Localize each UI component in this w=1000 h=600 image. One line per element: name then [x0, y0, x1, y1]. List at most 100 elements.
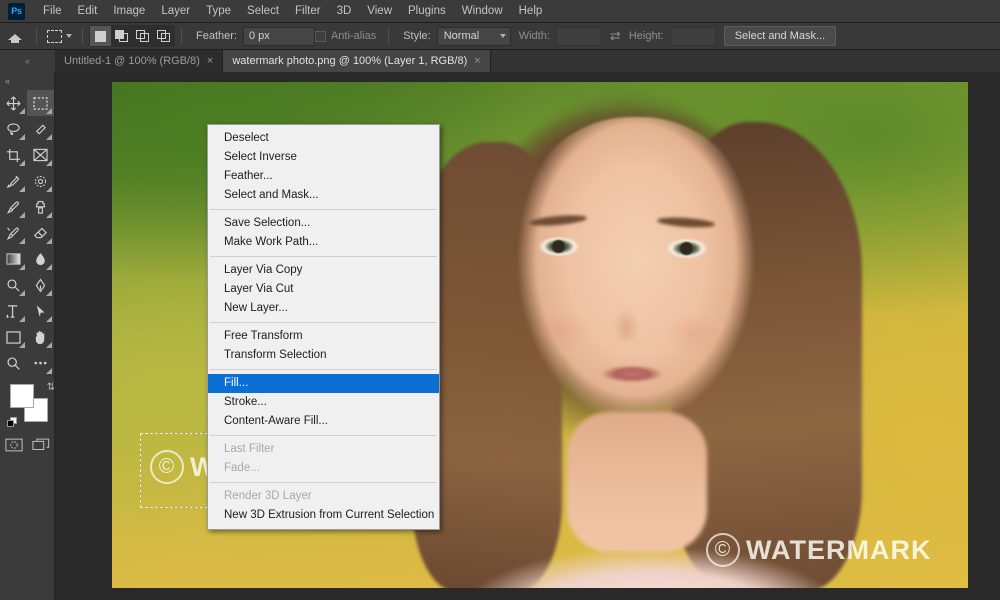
context-menu-item-fill[interactable]: Fill... [208, 374, 439, 393]
width-label: Width: [518, 30, 550, 42]
foreground-color-swatch[interactable] [10, 384, 34, 408]
tools-panel: « ⇅ [0, 72, 55, 600]
rectangular-marquee-tool[interactable] [27, 90, 54, 116]
home-button[interactable] [0, 30, 30, 43]
menu-item-help[interactable]: Help [511, 2, 551, 20]
menu-item-view[interactable]: View [359, 2, 400, 20]
clone-stamp-tool[interactable] [27, 194, 54, 220]
menu-item-image[interactable]: Image [105, 2, 153, 20]
menu-divider [210, 256, 437, 257]
eyedropper-tool[interactable] [0, 168, 27, 194]
default-colors-icon[interactable] [7, 417, 18, 428]
menu-item-filter[interactable]: Filter [287, 2, 329, 20]
context-menu-item-transform-selection[interactable]: Transform Selection [208, 346, 439, 365]
menu-item-file[interactable]: File [35, 2, 70, 20]
tab-watermark-photo[interactable]: watermark photo.png @ 100% (Layer 1, RGB… [223, 50, 491, 72]
menu-item-type[interactable]: Type [198, 2, 239, 20]
menu-divider [210, 322, 437, 323]
new-selection-button[interactable] [90, 26, 111, 46]
collapse-panel-icon[interactable]: « [0, 50, 55, 72]
move-tool[interactable] [0, 90, 27, 116]
context-menu-item-select-inverse[interactable]: Select Inverse [208, 148, 439, 167]
blur-tool[interactable] [27, 246, 54, 272]
context-menu-item-free-transform[interactable]: Free Transform [208, 327, 439, 346]
type-tool[interactable] [0, 298, 27, 324]
menu-item-plugins[interactable]: Plugins [400, 2, 454, 20]
anti-alias-checkbox[interactable] [314, 30, 326, 42]
gradient-tool[interactable] [0, 246, 27, 272]
color-swatches: ⇅ [7, 382, 57, 428]
subtract-from-selection-icon [135, 30, 150, 42]
frame-tool[interactable] [27, 142, 54, 168]
context-menu-item-layer-via-copy[interactable]: Layer Via Copy [208, 261, 439, 280]
crop-tool[interactable] [0, 142, 27, 168]
screen-mode-button[interactable] [27, 433, 54, 457]
tab-untitled-1[interactable]: Untitled-1 @ 100% (RGB/8) × [55, 50, 224, 72]
context-menu-item-layer-via-cut[interactable]: Layer Via Cut [208, 280, 439, 299]
divider [181, 27, 182, 45]
feather-label: Feather: [196, 30, 237, 42]
subtract-from-selection-button[interactable] [132, 26, 153, 46]
hand-tool[interactable] [27, 324, 54, 350]
pupil-left [552, 240, 565, 253]
quick-selection-tool[interactable] [27, 116, 54, 142]
path-selection-tool[interactable] [27, 298, 54, 324]
history-brush-tool[interactable] [0, 220, 27, 246]
menu-item-edit[interactable]: Edit [70, 2, 106, 20]
width-input[interactable] [555, 26, 602, 46]
home-icon [8, 30, 22, 43]
context-menu-item-stroke[interactable]: Stroke... [208, 393, 439, 412]
feather-input[interactable] [242, 26, 315, 46]
divider [82, 27, 83, 45]
divider [388, 27, 390, 45]
zoom-tool[interactable] [0, 350, 27, 376]
menu-item-select[interactable]: Select [239, 2, 287, 20]
watermark-label: WATERMARK [746, 534, 932, 565]
context-menu-item-feather[interactable]: Feather... [208, 167, 439, 186]
rectangle-tool[interactable] [0, 324, 27, 350]
options-bar: Feather: Anti-alias Style: Normal Width:… [0, 23, 1000, 50]
divider [36, 27, 37, 45]
new-selection-icon [95, 30, 106, 42]
dodge-tool[interactable] [0, 272, 27, 298]
menu-item-window[interactable]: Window [454, 2, 511, 20]
expand-toolbar-icon[interactable]: « [0, 76, 54, 90]
intersect-with-selection-button[interactable] [153, 26, 174, 46]
menu-item-layer[interactable]: Layer [153, 2, 198, 20]
style-label: Style: [403, 30, 431, 42]
selection-context-menu: Deselect Select Inverse Feather... Selec… [207, 124, 440, 530]
swap-colors-icon[interactable]: ⇅ [47, 382, 55, 393]
select-and-mask-button[interactable]: Select and Mask... [723, 26, 837, 46]
mode-buttons-row [0, 433, 54, 457]
close-icon[interactable]: × [474, 55, 480, 67]
height-input[interactable] [669, 26, 716, 46]
edit-toolbar-tool[interactable] [27, 350, 54, 376]
context-menu-item-new-3d-extrusion[interactable]: New 3D Extrusion from Current Selection [208, 506, 439, 525]
spot-healing-brush-tool[interactable] [27, 168, 54, 194]
context-menu-item-make-work-path[interactable]: Make Work Path... [208, 233, 439, 252]
close-icon[interactable]: × [207, 55, 213, 67]
pen-tool[interactable] [27, 272, 54, 298]
eraser-tool[interactable] [27, 220, 54, 246]
nose [609, 287, 643, 341]
context-menu-item-content-aware-fill[interactable]: Content-Aware Fill... [208, 412, 439, 431]
context-menu-item-save-selection[interactable]: Save Selection... [208, 214, 439, 233]
menu-item-3d[interactable]: 3D [329, 2, 360, 20]
tool-preset-picker[interactable] [43, 29, 76, 43]
intersect-with-selection-icon [156, 30, 171, 42]
height-label: Height: [628, 30, 664, 42]
quick-mask-mode-button[interactable] [0, 433, 27, 457]
context-menu-item-last-filter: Last Filter [224, 443, 275, 455]
mouth [593, 364, 671, 386]
lasso-tool[interactable] [0, 116, 27, 142]
tab-label: Untitled-1 @ 100% (RGB/8) [64, 55, 200, 67]
swap-dimensions-icon[interactable]: ⇄ [610, 28, 621, 44]
brush-tool[interactable] [0, 194, 27, 220]
context-menu-item-deselect[interactable]: Deselect [208, 129, 439, 148]
add-to-selection-button[interactable] [111, 26, 132, 46]
context-menu-item-new-layer[interactable]: New Layer... [208, 299, 439, 318]
context-menu-item-select-and-mask[interactable]: Select and Mask... [208, 186, 439, 205]
style-select[interactable]: Normal [436, 26, 511, 46]
context-menu-item-render-3d-layer: Render 3D Layer [224, 490, 312, 502]
chevron-down-icon [499, 34, 506, 38]
